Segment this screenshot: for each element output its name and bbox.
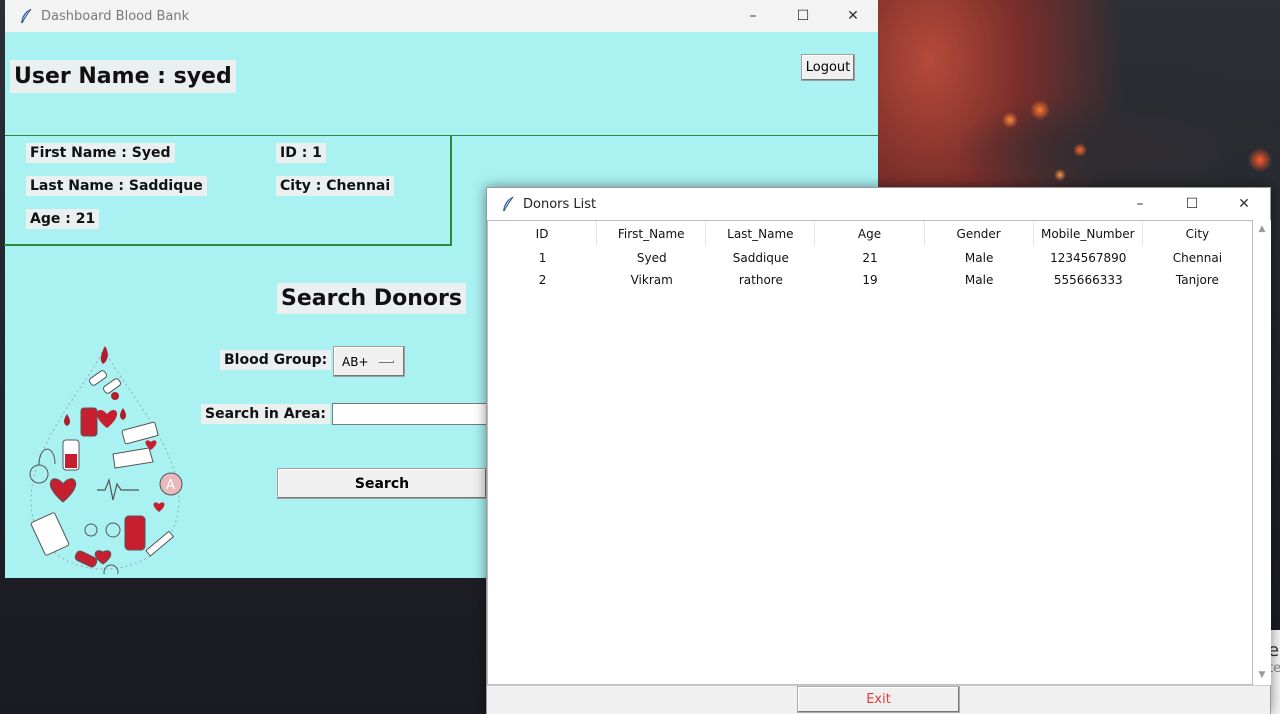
table-cell: Saddique — [732, 251, 789, 265]
table-cell: Chennai — [1172, 251, 1223, 265]
table-cell: 555666333 — [1053, 273, 1123, 287]
svg-text:A: A — [166, 478, 175, 493]
last-name-label: Last Name : Saddique — [26, 176, 207, 196]
feather-icon — [503, 196, 514, 212]
table-cell: Vikram — [630, 273, 673, 287]
exit-button[interactable]: Exit — [797, 686, 960, 713]
donors-table[interactable]: ID First_Name Last_Name Age Gender Mobil… — [487, 220, 1253, 685]
scroll-up-arrow-icon[interactable]: ▲ — [1257, 224, 1267, 234]
blood-group-select[interactable]: AB+ — [333, 346, 405, 377]
column-header[interactable]: City — [1143, 221, 1252, 246]
table-cell: Male — [964, 251, 994, 265]
column-header[interactable]: Gender — [925, 221, 1034, 246]
table-cell: Male — [964, 273, 994, 287]
table-row[interactable]: 1 Syed Saddique 21 Male 1234567890 Chenn… — [488, 247, 1252, 269]
table-cell: Syed — [636, 251, 667, 265]
vertical-scrollbar[interactable]: ▲ ▼ — [1253, 220, 1271, 685]
city-label: City : Chennai — [276, 176, 395, 196]
blood-group-value: AB+ — [342, 354, 369, 369]
first-name-label: First Name : Syed — [26, 143, 175, 163]
table-header: ID First_Name Last_Name Age Gender Mobil… — [488, 221, 1252, 247]
close-button[interactable]: ✕ — [828, 0, 878, 32]
user-info-panel: First Name : Syed Last Name : Saddique A… — [4, 136, 452, 246]
table-row[interactable]: 2 Vikram rathore 19 Male 555666333 Tanjo… — [488, 269, 1252, 291]
minimize-button[interactable]: – — [728, 0, 778, 32]
table-cell: Tanjore — [1175, 273, 1219, 287]
maximize-button[interactable]: ☐ — [778, 0, 828, 32]
column-header[interactable]: First_Name — [597, 221, 707, 246]
dashboard-title: Dashboard Blood Bank — [41, 8, 190, 24]
blood-drop-illustration-icon: A — [29, 346, 183, 574]
column-header[interactable]: ID — [488, 221, 598, 246]
donors-list-window: Donors List – ☐ ✕ ID First_Name Last_Nam… — [486, 187, 1271, 714]
age-label: Age : 21 — [26, 209, 100, 229]
feather-icon — [21, 8, 32, 24]
table-cell: 1234567890 — [1050, 251, 1127, 265]
table-cell: 21 — [862, 251, 878, 265]
donors-title: Donors List — [523, 196, 597, 212]
maximize-icon: ☐ — [796, 8, 810, 24]
table-cell: 2 — [538, 273, 547, 287]
minimize-icon: – — [749, 8, 757, 24]
close-button[interactable]: ✕ — [1218, 188, 1270, 220]
column-header[interactable]: Mobile_Number — [1034, 221, 1143, 246]
close-icon: ✕ — [847, 8, 859, 24]
wallpaper-lava — [960, 90, 1280, 200]
search-area-label: Search in Area: — [201, 404, 330, 424]
table-cell: 1 — [538, 251, 547, 265]
minimize-button[interactable]: – — [1114, 188, 1166, 220]
search-button[interactable]: Search — [277, 468, 487, 499]
scroll-down-arrow-icon[interactable]: ▼ — [1257, 670, 1267, 680]
close-icon: ✕ — [1238, 196, 1250, 212]
maximize-icon: ☐ — [1185, 196, 1199, 212]
id-label: ID : 1 — [276, 143, 326, 163]
dashboard-titlebar[interactable]: Dashboard Blood Bank – ☐ ✕ — [5, 0, 878, 32]
table-cell: 19 — [862, 273, 878, 287]
search-area-input[interactable] — [332, 403, 492, 425]
column-header[interactable]: Last_Name — [706, 221, 816, 246]
table-cell: rathore — [738, 273, 783, 287]
maximize-button[interactable]: ☐ — [1166, 188, 1218, 220]
search-donors-heading: Search Donors — [277, 283, 466, 314]
blood-group-label: Blood Group: — [220, 350, 332, 370]
bottom-button-bar: Exit — [487, 685, 1270, 714]
logout-button[interactable]: Logout — [801, 54, 855, 81]
option-menu-indicator-icon — [378, 360, 394, 363]
column-header[interactable]: Age — [815, 221, 925, 246]
minimize-icon: – — [1136, 196, 1144, 212]
username-label: User Name : syed — [10, 60, 236, 93]
donors-titlebar[interactable]: Donors List – ☐ ✕ — [487, 188, 1270, 220]
